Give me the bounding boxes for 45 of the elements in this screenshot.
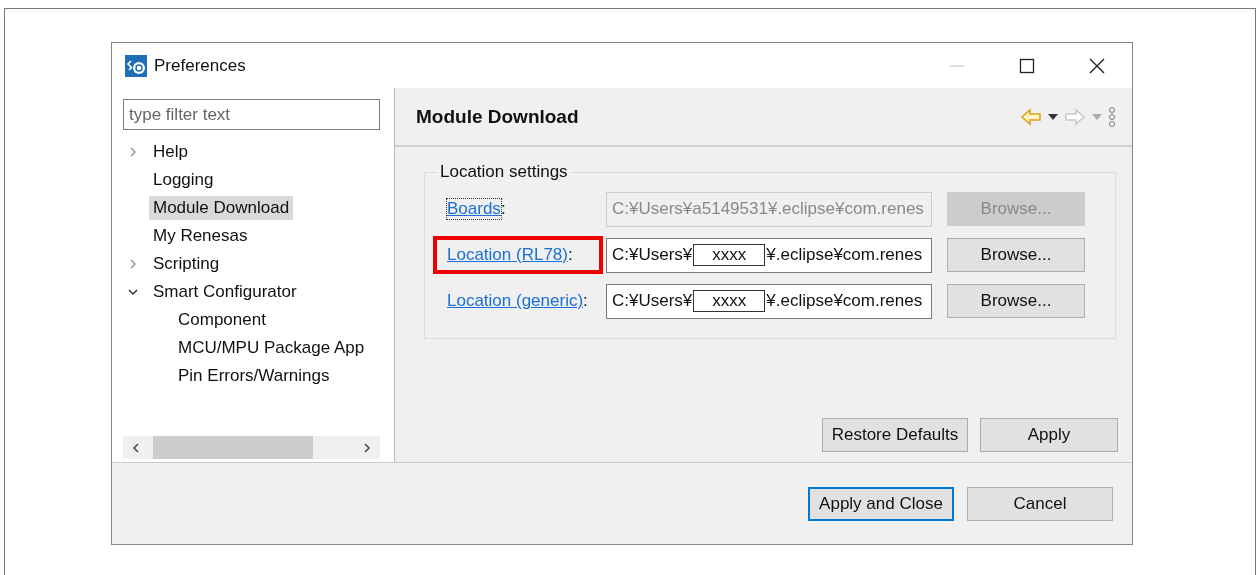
more-options-icon[interactable] bbox=[1108, 105, 1116, 128]
path-field[interactable]: C:¥Users¥ xxxx ¥.eclipse¥com.renes bbox=[606, 237, 932, 273]
back-arrow-icon[interactable] bbox=[1020, 107, 1042, 126]
apply-and-close-button[interactable]: Apply and Close bbox=[808, 486, 954, 521]
path-text: C:¥Users¥ bbox=[612, 245, 693, 265]
path-field[interactable]: C:¥Users¥ xxxx ¥.eclipse¥com.renes bbox=[606, 283, 932, 319]
apply-button[interactable]: Apply bbox=[980, 418, 1118, 452]
window-title: Preferences bbox=[154, 55, 246, 76]
restore-defaults-button[interactable]: Restore Defaults bbox=[822, 418, 968, 452]
tree-item[interactable]: Smart Configurator bbox=[149, 280, 301, 304]
app-logo-icon bbox=[125, 54, 147, 77]
redaction-box: xxxx bbox=[693, 244, 766, 266]
tree-item[interactable]: Pin Errors/Warnings bbox=[174, 364, 334, 388]
horizontal-scrollbar[interactable] bbox=[123, 436, 380, 459]
tree-item[interactable]: Module Download bbox=[149, 196, 294, 220]
location-link[interactable]: Location (RL78) bbox=[447, 245, 568, 265]
scroll-left-icon[interactable] bbox=[131, 441, 141, 454]
location-link[interactable]: Location (generic) bbox=[447, 291, 584, 311]
colon-text: : bbox=[583, 291, 588, 311]
tree-item[interactable]: Help bbox=[149, 140, 192, 164]
page-title: Module Download bbox=[416, 105, 579, 128]
colon-text: : bbox=[500, 199, 506, 219]
group-title: Location settings bbox=[439, 162, 569, 182]
tree-item[interactable]: Component bbox=[174, 308, 270, 332]
expand-chevron-icon[interactable] bbox=[127, 146, 139, 158]
filter-field[interactable]: type filter text bbox=[123, 99, 380, 130]
tree-item[interactable]: MCU/MPU Package App bbox=[174, 336, 369, 360]
tree-item[interactable]: Scripting bbox=[149, 252, 224, 276]
browse-button[interactable]: Browse... bbox=[947, 284, 1085, 318]
expand-chevron-icon[interactable] bbox=[127, 258, 139, 270]
path-text: C:¥Users¥ bbox=[612, 291, 693, 311]
cancel-button[interactable]: Cancel bbox=[967, 486, 1113, 521]
scroll-right-icon[interactable] bbox=[362, 441, 372, 454]
path-text: ¥.eclipse¥com.renes bbox=[766, 291, 923, 311]
redaction-box: xxxx bbox=[693, 290, 766, 312]
dropdown-caret-icon[interactable] bbox=[1048, 113, 1058, 120]
maximize-icon[interactable] bbox=[1019, 57, 1035, 74]
scrollbar-thumb[interactable] bbox=[153, 436, 313, 459]
tree-item[interactable]: Logging bbox=[149, 168, 218, 192]
browse-button[interactable]: Browse... bbox=[947, 238, 1085, 272]
close-icon[interactable] bbox=[1089, 57, 1105, 74]
colon-text: : bbox=[567, 245, 573, 265]
collapse-chevron-icon[interactable] bbox=[127, 286, 139, 298]
tree-item[interactable]: My Renesas bbox=[149, 224, 252, 248]
path-text: ¥.eclipse¥com.renes bbox=[766, 245, 923, 265]
